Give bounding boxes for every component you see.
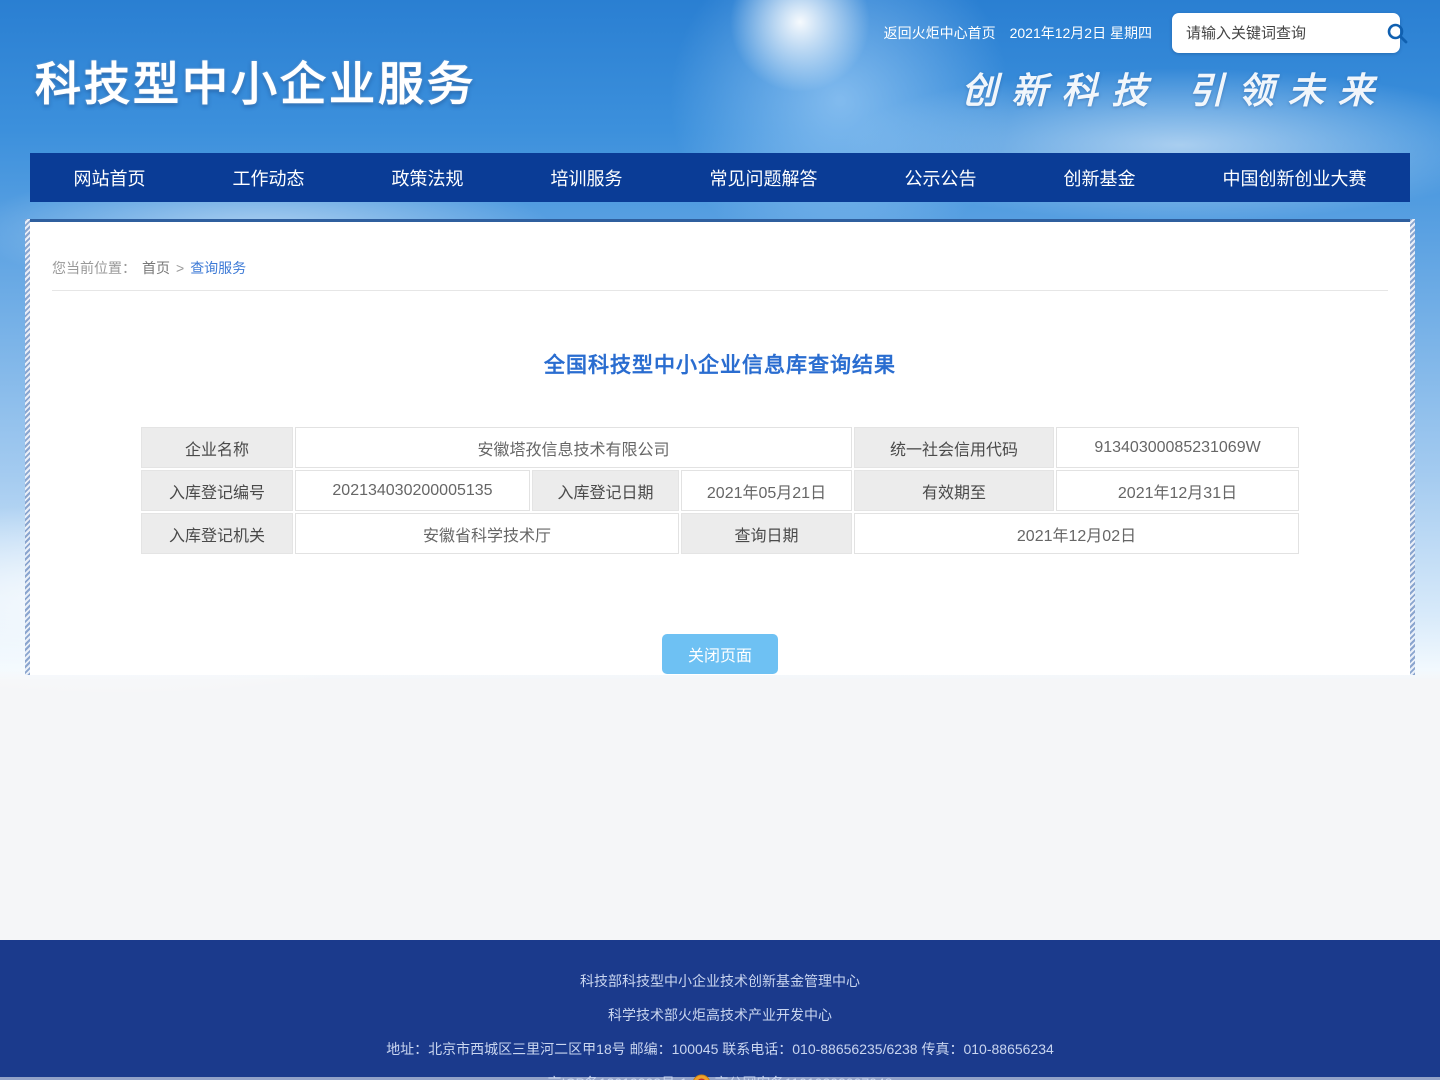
- credit-code-label: 统一社会信用代码: [854, 427, 1054, 468]
- valid-until-value: 2021年12月31日: [1056, 470, 1299, 511]
- search-icon[interactable]: [1385, 20, 1409, 46]
- footer-address-line: 地址：北京市西城区三里河二区甲18号 邮编：100045 联系电话：010-88…: [0, 1039, 1440, 1059]
- table-row: 企业名称 安徽塔孜信息技术有限公司 统一社会信用代码 9134030008523…: [141, 427, 1299, 468]
- site-logo: 科技型中小企业服务: [35, 48, 476, 114]
- query-result-table: 企业名称 安徽塔孜信息技术有限公司 统一社会信用代码 9134030008523…: [139, 425, 1301, 556]
- current-date: 2021年12月2日 星期四: [1010, 23, 1152, 43]
- reg-date-value: 2021年05月21日: [681, 470, 852, 511]
- reg-number-label: 入库登记编号: [141, 470, 293, 511]
- credit-code-value: 91340300085231069W: [1056, 427, 1299, 468]
- footer-org-line-2: 科学技术部火炬高技术产业开发中心: [0, 1005, 1440, 1025]
- nav-item-announcements[interactable]: 公示公告: [897, 165, 985, 191]
- top-utility-bar: 返回火炬中心首页 2021年12月2日 星期四: [884, 13, 1400, 53]
- breadcrumb-separator: >: [176, 260, 184, 276]
- police-record-number: 京公网安备11010202007048: [715, 1073, 893, 1080]
- company-name-value: 安徽塔孜信息技术有限公司: [295, 427, 852, 468]
- site-header: 科技型中小企业服务 返回火炬中心首页 2021年12月2日 星期四 创新科技 引…: [0, 0, 1440, 153]
- search-box: [1172, 13, 1400, 53]
- nav-item-competition[interactable]: 中国创新创业大赛: [1215, 165, 1375, 191]
- main-navigation: 网站首页 工作动态 政策法规 培训服务 常见问题解答 公示公告 创新基金 中国创…: [30, 153, 1410, 202]
- nav-item-faq[interactable]: 常见问题解答: [702, 165, 826, 191]
- content-panel: 您当前位置： 首页 > 查询服务 全国科技型中小企业信息库查询结果 企业名称 安…: [30, 219, 1410, 675]
- breadcrumb-prefix: 您当前位置：: [52, 258, 136, 278]
- reg-date-label: 入库登记日期: [532, 470, 679, 511]
- reg-number-value: 202134030200005135: [295, 470, 530, 511]
- footer-org-line-1: 科技部科技型中小企业技术创新基金管理中心: [0, 971, 1440, 991]
- breadcrumb-current-link[interactable]: 查询服务: [190, 258, 246, 278]
- icp-number: 京ICP备13019302号-1: [547, 1073, 687, 1080]
- nav-item-home[interactable]: 网站首页: [66, 165, 154, 191]
- company-name-label: 企业名称: [141, 427, 293, 468]
- reg-authority-label: 入库登记机关: [141, 513, 293, 554]
- table-row: 入库登记机关 安徽省科学技术厅 查询日期 2021年12月02日: [141, 513, 1299, 554]
- breadcrumb: 您当前位置： 首页 > 查询服务: [30, 222, 1410, 278]
- reg-authority-value: 安徽省科学技术厅: [295, 513, 679, 554]
- site-footer: 科技部科技型中小企业技术创新基金管理中心 科学技术部火炬高技术产业开发中心 地址…: [0, 940, 1440, 1080]
- nav-item-work-news[interactable]: 工作动态: [225, 165, 313, 191]
- close-page-button[interactable]: 关闭页面: [662, 634, 778, 674]
- query-date-label: 查询日期: [681, 513, 852, 554]
- header-slogan: 创新科技 引领未来: [961, 62, 1388, 114]
- valid-until-label: 有效期至: [854, 470, 1054, 511]
- nav-item-policies[interactable]: 政策法规: [384, 165, 472, 191]
- breadcrumb-home-link[interactable]: 首页: [142, 258, 170, 278]
- table-row: 入库登记编号 202134030200005135 入库登记日期 2021年05…: [141, 470, 1299, 511]
- police-badge-icon: [692, 1074, 711, 1080]
- footer-icp-line: 京ICP备13019302号-1 京公网安备11010202007048: [0, 1073, 1440, 1080]
- content-spacer: [0, 675, 1440, 940]
- query-date-value: 2021年12月02日: [854, 513, 1299, 554]
- nav-item-training[interactable]: 培训服务: [543, 165, 631, 191]
- page-title: 全国科技型中小企业信息库查询结果: [30, 349, 1410, 379]
- search-input[interactable]: [1186, 25, 1385, 42]
- breadcrumb-divider: [52, 290, 1388, 291]
- torch-center-home-link[interactable]: 返回火炬中心首页: [884, 23, 996, 43]
- nav-item-innovation-fund[interactable]: 创新基金: [1056, 165, 1144, 191]
